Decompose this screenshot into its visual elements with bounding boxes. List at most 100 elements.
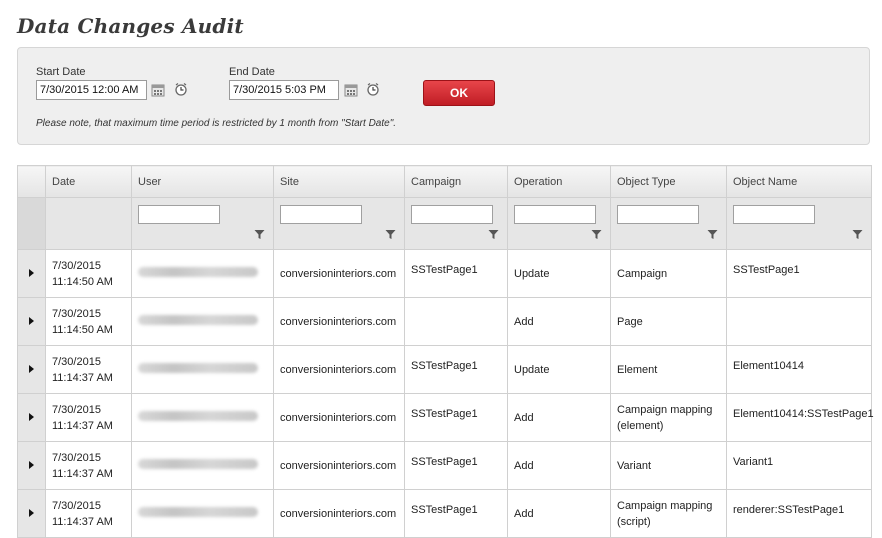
filter-icon[interactable]	[488, 229, 499, 240]
filter-icon[interactable]	[385, 229, 396, 240]
redacted-user-email	[138, 266, 258, 277]
expand-arrow-icon	[29, 508, 34, 517]
object-name-filter-input[interactable]	[733, 205, 815, 224]
table-row: 7/30/2015 11:14:37 AM conversioninteriors…	[17, 345, 872, 394]
redacted-user-email	[138, 314, 258, 325]
date-range-note: Please note, that maximum time period is…	[36, 118, 397, 129]
object-type-cell: Campaign mapping (script)	[610, 489, 727, 538]
date-cell: 7/30/2015 11:14:50 AM	[45, 249, 132, 298]
table-row: 7/30/2015 11:14:37 AM conversioninteriors…	[17, 393, 874, 442]
filter-row	[17, 197, 872, 250]
expand-column-header	[17, 165, 46, 198]
campaign-cell	[404, 297, 508, 346]
filter-cell-object-type	[610, 197, 727, 250]
object-name-cell: Variant1	[726, 441, 872, 490]
campaign-cell: SSTestPage1	[404, 249, 508, 298]
clock-icon[interactable]	[366, 82, 380, 96]
object-name-cell: Element10414	[726, 345, 872, 394]
filter-cell-operation	[507, 197, 611, 250]
column-header-operation[interactable]: Operation	[507, 165, 611, 198]
operation-cell: Update	[507, 345, 611, 394]
campaign-cell: SSTestPage1	[404, 345, 508, 394]
site-filter-input[interactable]	[280, 205, 362, 224]
column-header-campaign[interactable]: Campaign	[404, 165, 508, 198]
column-header-object-name[interactable]: Object Name	[726, 165, 872, 198]
audit-grid: Date User Site Campaign Operation Object…	[17, 165, 874, 538]
table-row: 7/30/2015 11:14:37 AM conversioninteriors…	[17, 441, 872, 490]
column-header-user[interactable]: User	[131, 165, 274, 198]
object-name-cell: Element10414:SSTestPage1	[726, 393, 874, 442]
date-filter-panel: Start Date End Date OK Please note, that…	[17, 47, 870, 145]
expand-arrow-icon	[29, 460, 34, 469]
ok-button[interactable]: OK	[423, 80, 495, 106]
operation-cell: Add	[507, 441, 611, 490]
filter-icon[interactable]	[707, 229, 718, 240]
end-date-label: End Date	[229, 66, 275, 78]
operation-filter-input[interactable]	[514, 205, 596, 224]
expand-row-button[interactable]	[17, 297, 46, 346]
object-type-cell: Page	[610, 297, 727, 346]
campaign-filter-input[interactable]	[411, 205, 493, 224]
site-cell: conversioninteriors.com	[273, 297, 405, 346]
object-type-cell: Element	[610, 345, 727, 394]
object-type-cell: Campaign mapping (element)	[610, 393, 727, 442]
date-cell: 7/30/2015 11:14:37 AM	[45, 489, 132, 538]
object-type-cell: Variant	[610, 441, 727, 490]
site-cell: conversioninteriors.com	[273, 249, 405, 298]
clock-icon[interactable]	[174, 82, 188, 96]
object-name-cell	[726, 297, 872, 346]
expand-arrow-icon	[29, 316, 34, 325]
table-row: 7/30/2015 11:14:50 AM conversioninteriors…	[17, 297, 872, 346]
expand-row-button[interactable]	[17, 393, 46, 442]
expand-arrow-icon	[29, 364, 34, 373]
site-cell: conversioninteriors.com	[273, 393, 405, 442]
start-date-label: Start Date	[36, 66, 86, 78]
date-cell: 7/30/2015 11:14:37 AM	[45, 345, 132, 394]
filter-icon[interactable]	[852, 229, 863, 240]
redacted-user-email	[138, 362, 258, 373]
user-cell	[131, 489, 274, 538]
site-cell: conversioninteriors.com	[273, 345, 405, 394]
operation-cell: Add	[507, 297, 611, 346]
expand-row-button[interactable]	[17, 441, 46, 490]
filter-cell-user	[131, 197, 274, 250]
redacted-user-email	[138, 458, 258, 469]
filter-icon[interactable]	[591, 229, 602, 240]
operation-cell: Add	[507, 489, 611, 538]
operation-cell: Add	[507, 393, 611, 442]
filter-cell-object-name	[726, 197, 872, 250]
expand-row-button[interactable]	[17, 345, 46, 394]
filter-cell-campaign	[404, 197, 508, 250]
object-name-cell: renderer:SSTestPage1	[726, 489, 872, 538]
filter-icon[interactable]	[254, 229, 265, 240]
end-date-input[interactable]	[229, 80, 339, 100]
calendar-icon[interactable]	[151, 83, 165, 97]
redacted-user-email	[138, 506, 258, 517]
user-filter-input[interactable]	[138, 205, 220, 224]
start-date-input[interactable]	[36, 80, 147, 100]
user-cell	[131, 441, 274, 490]
column-header-object-type[interactable]: Object Type	[610, 165, 727, 198]
expand-row-button[interactable]	[17, 249, 46, 298]
date-cell: 7/30/2015 11:14:37 AM	[45, 441, 132, 490]
campaign-cell: SSTestPage1	[404, 489, 508, 538]
table-row: 7/30/2015 11:14:50 AM conversioninteriors…	[17, 249, 872, 298]
page-title: Data Changes Audit	[17, 14, 244, 38]
object-type-cell: Campaign	[610, 249, 727, 298]
expand-arrow-icon	[29, 412, 34, 421]
campaign-cell: SSTestPage1	[404, 393, 508, 442]
date-cell: 7/30/2015 11:14:37 AM	[45, 393, 132, 442]
column-header-date[interactable]: Date	[45, 165, 132, 198]
redacted-user-email	[138, 410, 258, 421]
filter-cell-site	[273, 197, 405, 250]
user-cell	[131, 345, 274, 394]
calendar-icon[interactable]	[344, 83, 358, 97]
site-cell: conversioninteriors.com	[273, 441, 405, 490]
expand-row-button[interactable]	[17, 489, 46, 538]
user-cell	[131, 297, 274, 346]
object-type-filter-input[interactable]	[617, 205, 699, 224]
campaign-cell: SSTestPage1	[404, 441, 508, 490]
user-cell	[131, 393, 274, 442]
user-cell	[131, 249, 274, 298]
column-header-site[interactable]: Site	[273, 165, 405, 198]
